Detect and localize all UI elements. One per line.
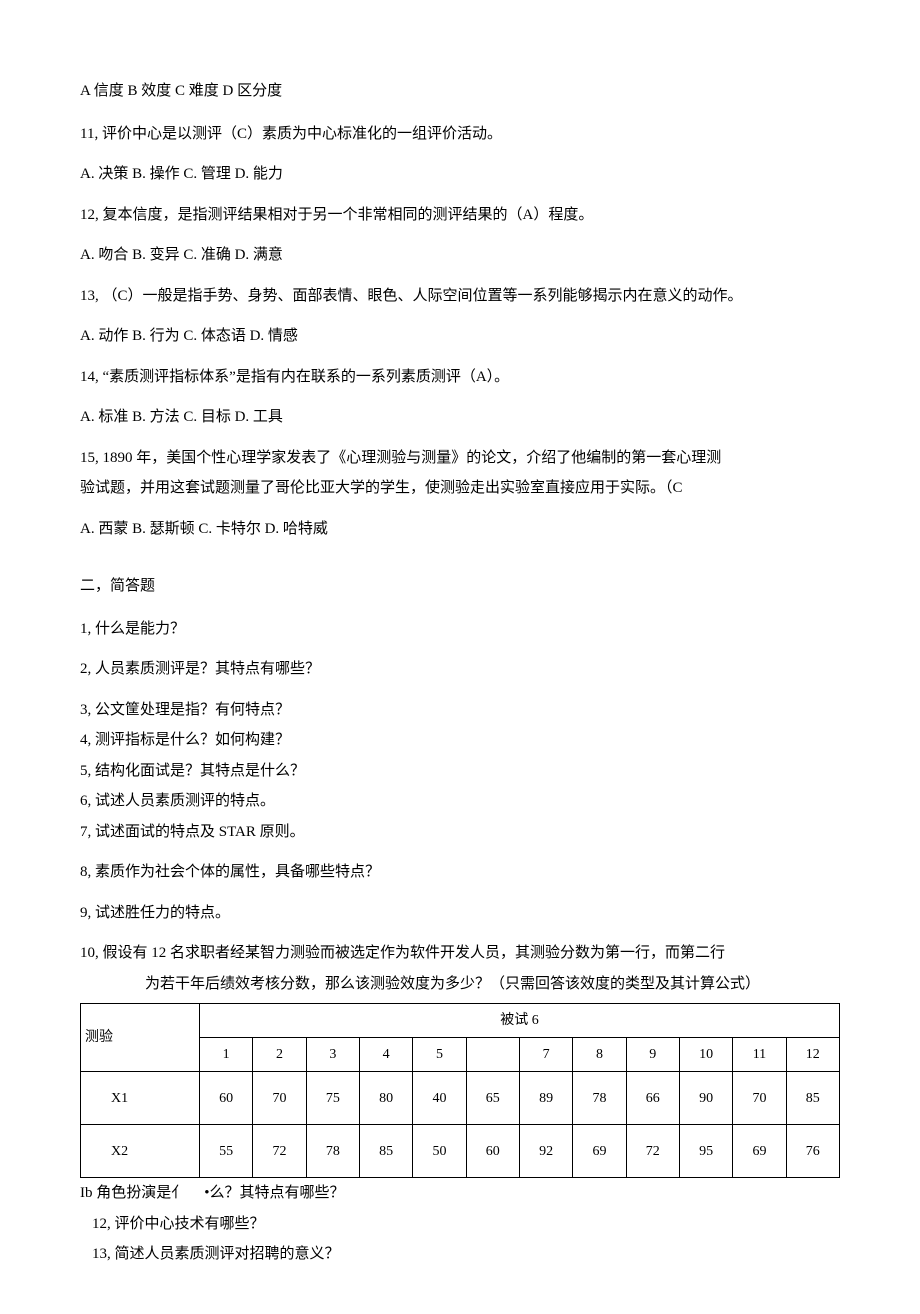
q14-stem: 14, “素质测评指标体系”是指有内在联系的一系列素质测评（A）。: [80, 366, 840, 389]
cell: 60: [200, 1072, 253, 1125]
col-num: 8: [573, 1038, 626, 1072]
q11-options: A. 决策 B. 操作 C. 管理 D. 能力: [80, 163, 840, 186]
data-table: 测验 被试 6 1 2 3 4 5 7 8 9 10 11 12 X1 60 7…: [80, 1003, 840, 1178]
col-num: 1: [200, 1038, 253, 1072]
s2-q1: 1, 什么是能力？: [80, 618, 840, 641]
s2-q4: 4, 测评指标是什么？如何构建？: [80, 729, 840, 752]
cell: 70: [253, 1072, 306, 1125]
cell: 90: [679, 1072, 732, 1125]
s2-q8: 8, 素质作为社会个体的属性，具备哪些特点？: [80, 861, 840, 884]
cell: 78: [573, 1072, 626, 1125]
q10-options: A 信度 B 效度 C 难度 D 区分度: [80, 80, 840, 103]
cell: 89: [519, 1072, 572, 1125]
q11-stem: 11, 评价中心是以测评（C）素质为中心标准化的一组评价活动。: [80, 123, 840, 146]
cell: 85: [359, 1125, 412, 1178]
s2-q10-line1: 10, 假设有 12 名求职者经某智力测验而被选定作为软件开发人员，其测验分数为…: [80, 942, 840, 965]
s2-q3: 3, 公文筐处理是指？有何特点？: [80, 699, 840, 722]
col-num: 10: [679, 1038, 732, 1072]
cell: 75: [306, 1072, 359, 1125]
col-num: 9: [626, 1038, 679, 1072]
q15-line2: 验试题，并用这套试题测量了哥伦比亚大学的学生，使测验走出实验室直接应用于实际。（…: [80, 477, 840, 500]
col-num: 11: [733, 1038, 786, 1072]
cell: 60: [466, 1125, 519, 1178]
s2-q2: 2, 人员素质测评是？其特点有哪些？: [80, 658, 840, 681]
s2-q6: 6, 试述人员素质测评的特点。: [80, 790, 840, 813]
cell: 80: [359, 1072, 412, 1125]
q13-stem: 13, （C）一般是指手势、身势、面部表情、眼色、人际空间位置等一系列能够揭示内…: [80, 285, 840, 308]
after-table-line1: Ib 角色扮演是亻 •么？其特点有哪些？: [80, 1182, 840, 1205]
group-header: 被试 6: [200, 1004, 840, 1038]
table-row: X1 60 70 75 80 40 65 89 78 66 90 70 85: [81, 1072, 840, 1125]
cell: 95: [679, 1125, 732, 1178]
col-num: 5: [413, 1038, 466, 1072]
cell: 92: [519, 1125, 572, 1178]
cell: 76: [786, 1125, 839, 1178]
cell: 55: [200, 1125, 253, 1178]
q13-options: A. 动作 B. 行为 C. 体态语 D. 情感: [80, 325, 840, 348]
col-num: 12: [786, 1038, 839, 1072]
table-row: 测验 被试 6: [81, 1004, 840, 1038]
cell: 66: [626, 1072, 679, 1125]
s2-q7: 7, 试述面试的特点及 STAR 原则。: [80, 821, 840, 844]
cell: 78: [306, 1125, 359, 1178]
q15-options: A. 西蒙 B. 瑟斯顿 C. 卡特尔 D. 哈特威: [80, 518, 840, 541]
col-num: 3: [306, 1038, 359, 1072]
s2-q5: 5, 结构化面试是？其特点是什么？: [80, 760, 840, 783]
col-num: 4: [359, 1038, 412, 1072]
cell: 50: [413, 1125, 466, 1178]
col-num: 2: [253, 1038, 306, 1072]
s2-q10-line2: 为若干年后绩效考核分数，那么该测验效度为多少？（只需回答该效度的类型及其计算公式…: [80, 973, 840, 996]
q15-line1: 15, 1890 年，美国个性心理学家发表了《心理测验与测量》的论文，介绍了他编…: [80, 447, 840, 470]
cell: 70: [733, 1072, 786, 1125]
cell: 69: [573, 1125, 626, 1178]
cell: 65: [466, 1072, 519, 1125]
after-table-line2: 12, 评价中心技术有哪些？: [80, 1213, 840, 1236]
q14-options: A. 标准 B. 方法 C. 目标 D. 工具: [80, 406, 840, 429]
col-num: [466, 1038, 519, 1072]
after-table-line3: 13, 简述人员素质测评对招聘的意义？: [80, 1243, 840, 1266]
section2-title: 二，简答题: [80, 575, 840, 598]
q12-stem: 12, 复本信度，是指测评结果相对于另一个非常相同的测评结果的（A）程度。: [80, 204, 840, 227]
col-num: 7: [519, 1038, 572, 1072]
row-name: X2: [81, 1125, 200, 1178]
s2-q9: 9, 试述胜任力的特点。: [80, 902, 840, 925]
cell: 69: [733, 1125, 786, 1178]
cell: 72: [626, 1125, 679, 1178]
cell: 72: [253, 1125, 306, 1178]
row-name: X1: [81, 1072, 200, 1125]
cell: 40: [413, 1072, 466, 1125]
q12-options: A. 吻合 B. 变异 C. 准确 D. 满意: [80, 244, 840, 267]
row-header-label: 测验: [81, 1004, 200, 1072]
document-page: A 信度 B 效度 C 难度 D 区分度 11, 评价中心是以测评（C）素质为中…: [0, 0, 920, 1314]
cell: 85: [786, 1072, 839, 1125]
table-row: X2 55 72 78 85 50 60 92 69 72 95 69 76: [81, 1125, 840, 1178]
after-table-frag-a: Ib 角色扮演是亻: [80, 1185, 186, 1201]
after-table-frag-b: •么？其特点有哪些？: [204, 1185, 344, 1201]
